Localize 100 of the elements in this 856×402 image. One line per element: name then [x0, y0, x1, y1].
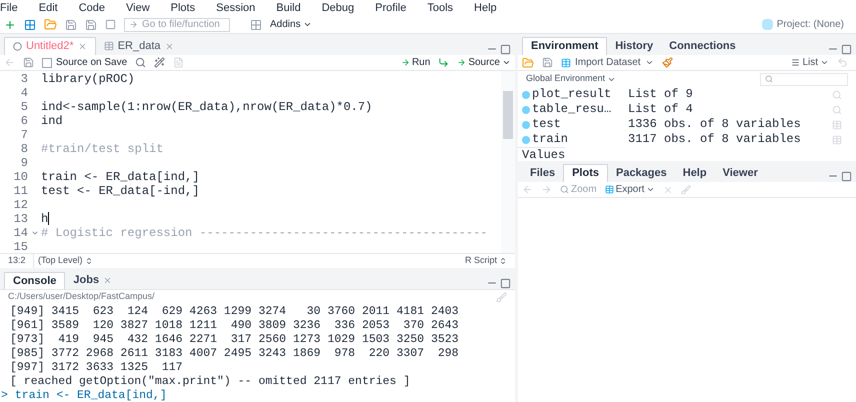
new-file-icon[interactable] — [4, 18, 16, 30]
script-icon — [13, 42, 22, 51]
caret-icon — [820, 58, 829, 67]
broom-icon[interactable] — [662, 57, 673, 68]
variable-value: List of 4 — [628, 102, 693, 117]
updown-icon — [499, 257, 507, 265]
back-icon[interactable] — [522, 184, 533, 195]
variable-name: plot_result — [532, 87, 612, 102]
pane-tab[interactable]: Connections — [661, 37, 744, 55]
view-menu[interactable]: List — [791, 55, 829, 70]
line-number: 5 — [20, 100, 28, 114]
arrow-icon — [129, 20, 138, 29]
line-number: 4 — [20, 86, 28, 100]
variable-value: 1336 obs. of 8 variables — [628, 117, 801, 132]
maximize-icon[interactable] — [500, 278, 511, 288]
caret-icon — [302, 20, 312, 29]
code-comment: # Logistic regression ---------------------------------------- — [41, 226, 488, 240]
pane-tab[interactable]: Help — [674, 164, 715, 182]
pane-tab[interactable]: Jobs — [65, 272, 120, 289]
menu-item[interactable]: File — [0, 0, 18, 16]
pane-tab[interactable]: Files — [522, 164, 564, 182]
arrow-icon — [457, 58, 466, 67]
pane-tab[interactable]: Console — [4, 272, 66, 289]
search-icon[interactable] — [135, 57, 146, 68]
menu-item[interactable]: Debug — [322, 0, 354, 16]
console-output: [961] 3589 120 3827 1018 1211 490 3809 3236 336 2053 370 2643 — [10, 319, 459, 333]
project-menu[interactable]: Project: (None) — [776, 17, 844, 32]
variable-name: table_resu… — [532, 102, 612, 117]
menu-item[interactable]: Plots — [170, 0, 196, 16]
editor-tab[interactable]: ER_data — [96, 37, 182, 55]
zoom-icon — [560, 185, 569, 194]
code-line: test <- ER_data[-ind,] — [41, 184, 200, 198]
console-input[interactable]: train <- ER_data[ind,] — [14, 389, 167, 402]
table-icon — [561, 58, 571, 68]
code-line: h — [41, 212, 48, 226]
pane-tab[interactable]: Packages — [608, 164, 675, 182]
menu-item[interactable]: Build — [276, 0, 301, 16]
table-icon — [104, 41, 114, 51]
pane-tab[interactable]: Viewer — [714, 164, 766, 182]
rerun-icon[interactable] — [438, 57, 450, 68]
save-icon[interactable] — [23, 57, 34, 68]
search-field[interactable] — [760, 72, 848, 86]
menu-item[interactable]: Profile — [375, 0, 406, 16]
maximize-icon[interactable] — [500, 44, 511, 54]
close-icon[interactable] — [164, 42, 174, 50]
console-output: [ reached getOption("max.print") -- omitted 2117 entries ] — [10, 375, 410, 389]
vertical-scrollbar[interactable] — [501, 71, 515, 253]
save-icon[interactable] — [542, 57, 553, 68]
source-button[interactable]: Source — [457, 55, 511, 70]
close-icon[interactable] — [78, 42, 87, 51]
clear-plots-icon[interactable] — [681, 184, 692, 194]
line-number: 7 — [20, 128, 28, 142]
arrow-icon — [400, 58, 410, 67]
maximize-icon[interactable] — [841, 44, 852, 54]
console-output: [973] 419 945 432 1646 2271 317 2560 1273 1029 1503 3250 3523 — [10, 333, 459, 347]
scope-menu[interactable]: (Top Level) — [34, 254, 93, 268]
close-icon[interactable] — [103, 276, 112, 285]
grid-icon[interactable] — [250, 18, 262, 30]
remove-plot-icon[interactable] — [663, 184, 674, 194]
line-number: 8 — [20, 142, 28, 156]
notebook-icon[interactable] — [173, 57, 184, 68]
line-number: 3 — [20, 72, 28, 86]
fold-icon[interactable] — [30, 229, 38, 237]
maximize-icon[interactable] — [841, 170, 852, 182]
menu-item[interactable]: Session — [216, 0, 256, 16]
table-icon[interactable] — [832, 134, 842, 144]
open-folder-icon[interactable] — [44, 18, 57, 31]
pane-tab[interactable]: Plots — [563, 164, 608, 182]
run-button[interactable]: Run — [400, 55, 430, 70]
image-icon — [604, 185, 614, 194]
line-number: 10 — [12, 170, 28, 184]
caret-icon — [646, 185, 656, 194]
menu-item[interactable]: View — [126, 0, 150, 16]
menu-item[interactable]: Help — [474, 0, 497, 16]
export-menu[interactable]: Export — [604, 182, 656, 197]
save-all-icon[interactable] — [85, 18, 97, 30]
import-dataset-button[interactable]: Import Dataset — [561, 55, 654, 70]
variable-value: 3117 obs. of 8 variables — [628, 132, 801, 147]
console-output: [949] 3415 623 124 629 4263 1299 3274 30 3760 2011 4181 2403 — [10, 305, 459, 319]
line-number: 11 — [12, 184, 28, 198]
pane-tab[interactable]: Environment — [522, 37, 608, 55]
save-icon[interactable] — [65, 18, 77, 30]
console-output: [985] 3772 2968 2611 3183 4007 2495 3243 1869 978 220 3307 298 — [10, 347, 459, 361]
back-icon[interactable] — [4, 57, 15, 68]
forward-icon[interactable] — [541, 184, 552, 195]
environment-menu[interactable]: Global Environment — [526, 72, 616, 86]
console-prompt: > — [1, 389, 8, 402]
menu-item[interactable]: Tools — [427, 0, 454, 16]
file-type-menu[interactable]: R Script — [464, 254, 515, 268]
pane-tab[interactable]: History — [607, 37, 662, 55]
menu-item[interactable]: Code — [78, 0, 105, 16]
table-icon[interactable] — [832, 120, 842, 130]
addins-menu[interactable]: Addins — [270, 17, 312, 32]
caret-icon — [644, 58, 654, 67]
project-icon[interactable] — [24, 18, 36, 30]
wand-icon[interactable] — [154, 57, 166, 68]
source-on-save-checkbox[interactable]: Source on Save — [42, 55, 128, 70]
menu-item[interactable]: Edit — [38, 0, 58, 16]
open-folder-icon[interactable] — [522, 56, 534, 68]
console-output: [997] 3172 3633 1325 117 — [10, 361, 183, 375]
